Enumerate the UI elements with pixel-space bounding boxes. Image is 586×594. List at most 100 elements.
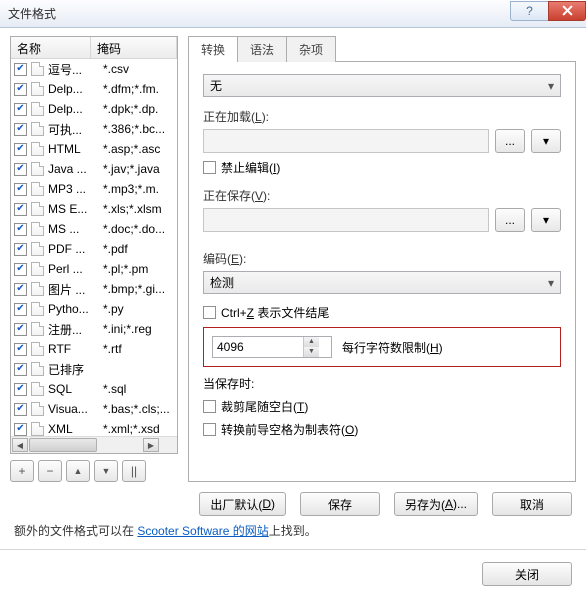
chevron-down-icon: ▾ <box>548 79 554 93</box>
table-row[interactable]: Perl ...*.pl;*.pm <box>11 259 177 279</box>
row-mask: *.386;*.bc... <box>103 122 174 136</box>
row-checkbox[interactable] <box>14 283 27 296</box>
help-button[interactable]: ? <box>510 1 548 21</box>
table-row[interactable]: MS E...*.xls;*.xlsm <box>11 199 177 219</box>
saveas-button[interactable]: 另存为(A)... <box>394 492 478 516</box>
table-row[interactable]: XML*.xml;*.xsd <box>11 419 177 436</box>
table-row[interactable]: Delp...*.dfm;*.fm. <box>11 79 177 99</box>
row-mask: *.doc;*.do... <box>103 222 174 236</box>
tab-syntax[interactable]: 语法 <box>237 36 287 62</box>
row-name: XML <box>48 422 103 436</box>
cancel-button[interactable]: 取消 <box>492 492 572 516</box>
row-mask: *.mp3;*.m. <box>103 182 174 196</box>
table-row[interactable]: Delp...*.dpk;*.dp. <box>11 99 177 119</box>
row-mask: *.pdf <box>103 242 174 256</box>
encoding-label: 编码(E): <box>203 250 561 267</box>
row-mask: *.dpk;*.dp. <box>103 102 174 116</box>
table-row[interactable]: 图片 ...*.bmp;*.gi... <box>11 279 177 299</box>
row-checkbox[interactable] <box>14 323 27 336</box>
row-checkbox[interactable] <box>14 103 27 116</box>
drag-handle-button[interactable]: || <box>122 460 146 482</box>
limit-spinner[interactable]: ▲▼ <box>212 336 332 358</box>
row-checkbox[interactable] <box>14 63 27 76</box>
table-row[interactable]: 逗号...*.csv <box>11 59 177 79</box>
encoding-combo[interactable]: 检测 ▾ <box>203 271 561 294</box>
loading-menu-button[interactable]: ▾ <box>531 129 561 153</box>
type-combo[interactable]: 无 ▾ <box>203 74 561 97</box>
scooter-link[interactable]: Scooter Software 的网站 <box>137 524 268 538</box>
close-window-button[interactable] <box>548 1 586 21</box>
move-down-button[interactable]: ▼ <box>94 460 118 482</box>
tabs-checkbox[interactable] <box>203 423 216 436</box>
file-icon <box>31 162 44 176</box>
table-row[interactable]: Pytho...*.py <box>11 299 177 319</box>
table-row[interactable]: Visua...*.bas;*.cls;... <box>11 399 177 419</box>
format-list[interactable]: 名称 掩码 逗号...*.csvDelp...*.dfm;*.fm.Delp..… <box>10 36 178 454</box>
row-checkbox[interactable] <box>14 403 27 416</box>
col-mask[interactable]: 掩码 <box>91 37 177 58</box>
spin-down[interactable]: ▼ <box>304 347 319 357</box>
spin-up[interactable]: ▲ <box>304 337 319 347</box>
row-checkbox[interactable] <box>14 423 27 436</box>
file-icon <box>31 62 44 76</box>
table-row[interactable]: HTML*.asp;*.asc <box>11 139 177 159</box>
row-mask: *.py <box>103 302 174 316</box>
move-up-button[interactable]: ▲ <box>66 460 90 482</box>
row-checkbox[interactable] <box>14 183 27 196</box>
defaults-button[interactable]: 出厂默认(D) <box>199 492 286 516</box>
tab-convert[interactable]: 转换 <box>188 36 238 62</box>
row-name: Delp... <box>48 102 103 116</box>
trim-checkbox[interactable] <box>203 400 216 413</box>
table-row[interactable]: RTF*.rtf <box>11 339 177 359</box>
row-checkbox[interactable] <box>14 243 27 256</box>
saving-menu-button[interactable]: ▾ <box>531 208 561 232</box>
table-row[interactable]: SQL*.sql <box>11 379 177 399</box>
ctrlz-label: Ctrl+Z 表示文件结尾 <box>221 304 329 321</box>
table-row[interactable]: 可执...*.386;*.bc... <box>11 119 177 139</box>
row-name: SQL <box>48 382 103 396</box>
tab-misc[interactable]: 杂项 <box>286 36 336 62</box>
close-button[interactable]: 关闭 <box>482 562 572 586</box>
limit-label: 每行字符数限制(H) <box>342 339 443 356</box>
row-name: Perl ... <box>48 262 103 276</box>
row-checkbox[interactable] <box>14 263 27 276</box>
add-button[interactable]: + <box>10 460 34 482</box>
loading-input <box>203 129 489 153</box>
tabs-label: 转换前导空格为制表符(O) <box>221 421 358 438</box>
row-name: Java ... <box>48 162 103 176</box>
row-checkbox[interactable] <box>14 83 27 96</box>
row-checkbox[interactable] <box>14 363 27 376</box>
file-icon <box>31 262 44 276</box>
row-name: RTF <box>48 342 103 356</box>
row-checkbox[interactable] <box>14 203 27 216</box>
row-checkbox[interactable] <box>14 163 27 176</box>
trim-label: 裁剪尾随空白(T) <box>221 398 308 415</box>
table-row[interactable]: Java ...*.jav;*.java <box>11 159 177 179</box>
row-checkbox[interactable] <box>14 123 27 136</box>
row-name: 图片 ... <box>48 281 103 298</box>
table-row[interactable]: 注册...*.ini;*.reg <box>11 319 177 339</box>
row-checkbox[interactable] <box>14 143 27 156</box>
file-icon <box>31 362 44 376</box>
remove-button[interactable]: − <box>38 460 62 482</box>
noedit-checkbox[interactable] <box>203 161 216 174</box>
limit-group: ▲▼ 每行字符数限制(H) <box>203 327 561 367</box>
loading-browse-button[interactable]: ... <box>495 129 525 153</box>
limit-input[interactable] <box>213 340 303 354</box>
table-row[interactable]: 已排序 <box>11 359 177 379</box>
row-checkbox[interactable] <box>14 223 27 236</box>
ctrlz-checkbox[interactable] <box>203 306 216 319</box>
file-icon <box>31 242 44 256</box>
table-row[interactable]: PDF ...*.pdf <box>11 239 177 259</box>
col-name[interactable]: 名称 <box>11 37 91 58</box>
file-icon <box>31 222 44 236</box>
table-row[interactable]: MP3 ...*.mp3;*.m. <box>11 179 177 199</box>
table-row[interactable]: MS ...*.doc;*.do... <box>11 219 177 239</box>
save-button[interactable]: 保存 <box>300 492 380 516</box>
saving-browse-button[interactable]: ... <box>495 208 525 232</box>
row-checkbox[interactable] <box>14 343 27 356</box>
row-checkbox[interactable] <box>14 383 27 396</box>
row-checkbox[interactable] <box>14 303 27 316</box>
file-icon <box>31 102 44 116</box>
h-scrollbar[interactable]: ◀▶ <box>11 436 177 453</box>
